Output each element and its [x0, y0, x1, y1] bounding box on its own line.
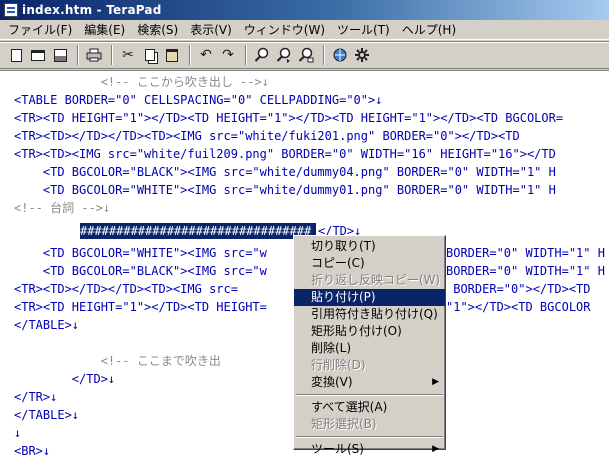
- toolbar-separator: [189, 45, 191, 65]
- toolbar-separator: [245, 45, 247, 65]
- open-file-icon[interactable]: [28, 45, 48, 65]
- toolbar-separator: [323, 45, 325, 65]
- toolbar-separator: [77, 45, 79, 65]
- code-line: <TD BGCOLOR="BLACK"><IMG src="white/dumm…: [14, 165, 556, 179]
- context-menu-paste[interactable]: 貼り付け(P): [294, 289, 445, 306]
- code-line: <!-- ここまで吹き出: [14, 354, 221, 368]
- submenu-arrow-icon: ▶: [432, 377, 439, 387]
- search-icon[interactable]: [252, 45, 272, 65]
- code-line: </TR>↓: [14, 390, 58, 404]
- context-menu-tools[interactable]: ツール(S) ▶: [294, 441, 445, 458]
- code-line: <TR><TD><IMG src="white/fuil209.png" BOR…: [14, 147, 556, 161]
- menu-window[interactable]: ウィンドウ(W): [238, 21, 331, 39]
- menu-edit[interactable]: 編集(E): [78, 21, 131, 39]
- undo-icon[interactable]: ↶: [196, 45, 216, 65]
- code-line: </TD>↓: [14, 372, 116, 386]
- context-menu-delete[interactable]: 削除(L): [294, 340, 445, 357]
- context-menu-tools-label: ツール(S): [311, 442, 364, 456]
- toolbar: ✂ ↶ ↷: [0, 41, 609, 69]
- context-menu-separator: [296, 433, 443, 441]
- code-line: <!-- 台詞 -->↓: [14, 201, 111, 215]
- replace-icon[interactable]: [296, 45, 316, 65]
- context-menu-delete-line: 行削除(D): [311, 358, 366, 372]
- context-menu-copy[interactable]: コピー(C): [294, 255, 445, 272]
- save-icon[interactable]: [50, 45, 70, 65]
- print-icon[interactable]: [84, 45, 104, 65]
- context-menu-convert-label: 変換(V): [311, 375, 353, 389]
- context-menu-cut[interactable]: 切り取り(T): [294, 238, 445, 255]
- code-line: <TABLE BORDER="0" CELLSPACING="0" CELLPA…: [14, 93, 383, 107]
- paste-icon[interactable]: [162, 45, 182, 65]
- code-line: <TR><TD></TD></TD><TD><IMG src="white/fu…: [14, 129, 520, 143]
- menu-search[interactable]: 検索(S): [131, 21, 184, 39]
- menu-tools[interactable]: ツール(T): [331, 21, 396, 39]
- toolbar-separator: [111, 45, 113, 65]
- title-bar[interactable]: index.htm - TeraPad: [0, 0, 609, 20]
- menu-bar: ファイル(F) 編集(E) 検索(S) 表示(V) ウィンドウ(W) ツール(T…: [0, 20, 609, 40]
- context-menu-rect-paste[interactable]: 矩形貼り付け(O): [294, 323, 445, 340]
- new-file-icon[interactable]: [6, 45, 26, 65]
- code-line: </TABLE>↓: [14, 408, 80, 422]
- code-line: <TD BGCOLOR="WHITE"><IMG src="w: [14, 246, 267, 260]
- context-menu-wrap-copy: 折り返し反映コピー(W): [311, 273, 441, 287]
- menu-view[interactable]: 表示(V): [184, 21, 238, 39]
- context-menu-quoted-paste[interactable]: 引用符付き貼り付け(Q): [294, 306, 445, 323]
- context-menu-separator: [296, 391, 443, 399]
- menu-help[interactable]: ヘルプ(H): [396, 21, 462, 39]
- code-line-fragment: BORDER="0"></TD><TD: [446, 282, 591, 296]
- context-menu-rect-select: 矩形選択(B): [311, 417, 377, 431]
- search-next-icon[interactable]: [274, 45, 294, 65]
- selected-text[interactable]: ################################: [80, 223, 316, 239]
- redo-icon[interactable]: ↷: [218, 45, 238, 65]
- code-line: <TR><TD HEIGHT="1"></TD><TD HEIGHT=: [14, 300, 267, 314]
- terapad-app-icon[interactable]: [4, 3, 18, 17]
- context-menu-select-all[interactable]: すべて選択(A): [294, 399, 445, 416]
- code-line: <!-- ここから吹き出し -->↓: [14, 75, 269, 89]
- code-line-fragment: BORDER="0" WIDTH="1" H: [446, 246, 605, 260]
- code-line: <TR><TD></TD></TD><TD><IMG src=: [14, 282, 238, 296]
- window-title: index.htm - TeraPad: [22, 3, 162, 17]
- settings-icon[interactable]: [352, 45, 372, 65]
- code-line-fragment: "1"></TD><TD BGCOLOR: [446, 300, 591, 314]
- copy-icon[interactable]: [140, 45, 160, 65]
- cut-icon[interactable]: ✂: [118, 45, 138, 65]
- code-line: ↓: [14, 426, 22, 440]
- code-line-fragment: BORDER="0" WIDTH="1" H: [446, 264, 605, 278]
- menu-file[interactable]: ファイル(F): [2, 21, 78, 39]
- code-line: <TD BGCOLOR="WHITE"><IMG src="white/dumm…: [14, 183, 556, 197]
- code-line: <TD BGCOLOR="BLACK"><IMG src="w: [14, 264, 267, 278]
- code-line: <BR>↓: [14, 444, 51, 458]
- submenu-arrow-icon: ▶: [432, 444, 439, 454]
- context-menu-convert[interactable]: 変換(V) ▶: [294, 374, 445, 391]
- code-line: <TR><TD HEIGHT="1"></TD><TD HEIGHT="1"><…: [14, 111, 564, 125]
- browser-icon[interactable]: [330, 45, 350, 65]
- code-line: </TABLE>↓: [14, 318, 80, 332]
- context-menu: 切り取り(T) コピー(C) 折り返し反映コピー(W) 貼り付け(P) 引用符付…: [293, 235, 446, 456]
